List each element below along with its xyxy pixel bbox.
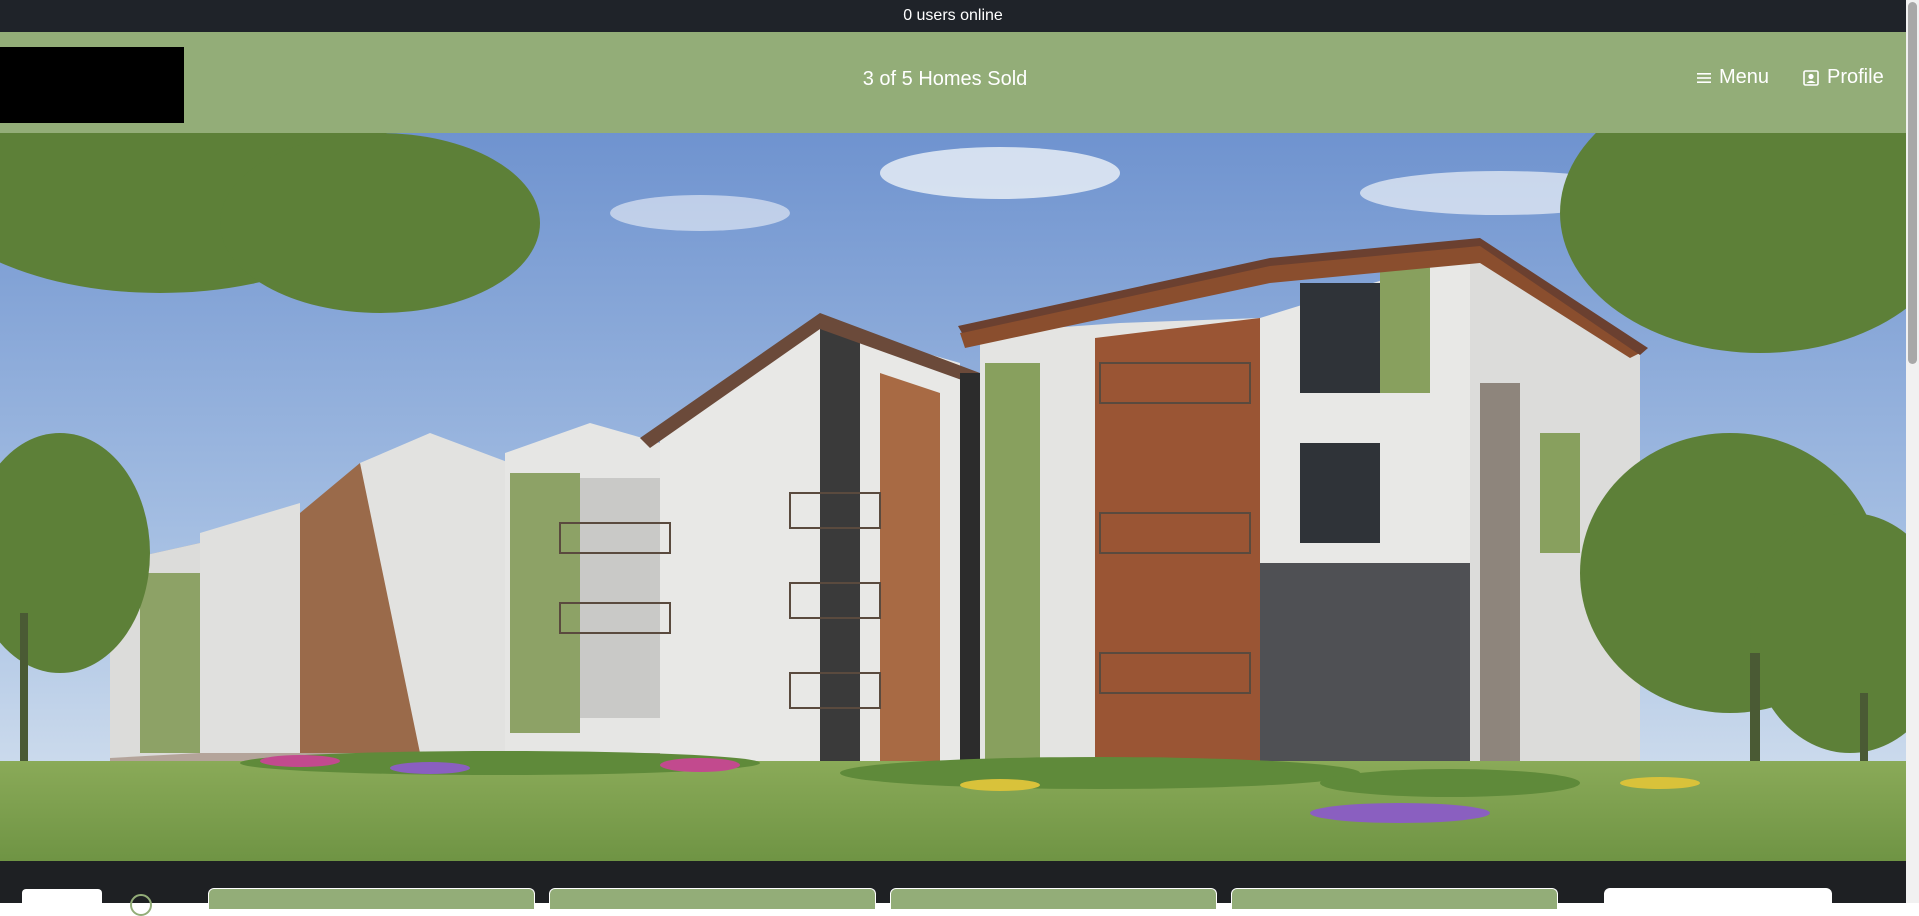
bottom-white-tab[interactable] (22, 889, 102, 909)
card-tab-3[interactable] (890, 888, 1217, 909)
online-status-bar: 0 users online (0, 0, 1906, 32)
card-tab-4[interactable] (1231, 888, 1558, 909)
apartment-building-illustration (0, 133, 1906, 861)
bottom-bar (0, 861, 1906, 916)
online-users-text: 0 users online (903, 7, 1003, 24)
scrollbar-thumb[interactable] (1908, 2, 1917, 364)
hero-image (0, 133, 1906, 861)
hamburger-icon (1697, 72, 1711, 83)
site-header: 3 of 5 Homes Sold Menu Profile (0, 32, 1906, 133)
profile-label: Profile (1827, 66, 1884, 88)
vertical-scrollbar[interactable] (1906, 0, 1919, 903)
profile-button[interactable]: Profile (1803, 66, 1884, 89)
bottom-circle-icon (130, 894, 152, 916)
card-tab-2[interactable] (549, 888, 876, 909)
person-badge-icon (1803, 69, 1819, 86)
card-tab-1[interactable] (208, 888, 535, 909)
bottom-white-panel[interactable] (1604, 888, 1832, 908)
menu-button[interactable]: Menu (1697, 66, 1769, 89)
menu-label: Menu (1719, 66, 1770, 88)
homes-sold-counter: 3 of 5 Homes Sold (862, 68, 1028, 90)
